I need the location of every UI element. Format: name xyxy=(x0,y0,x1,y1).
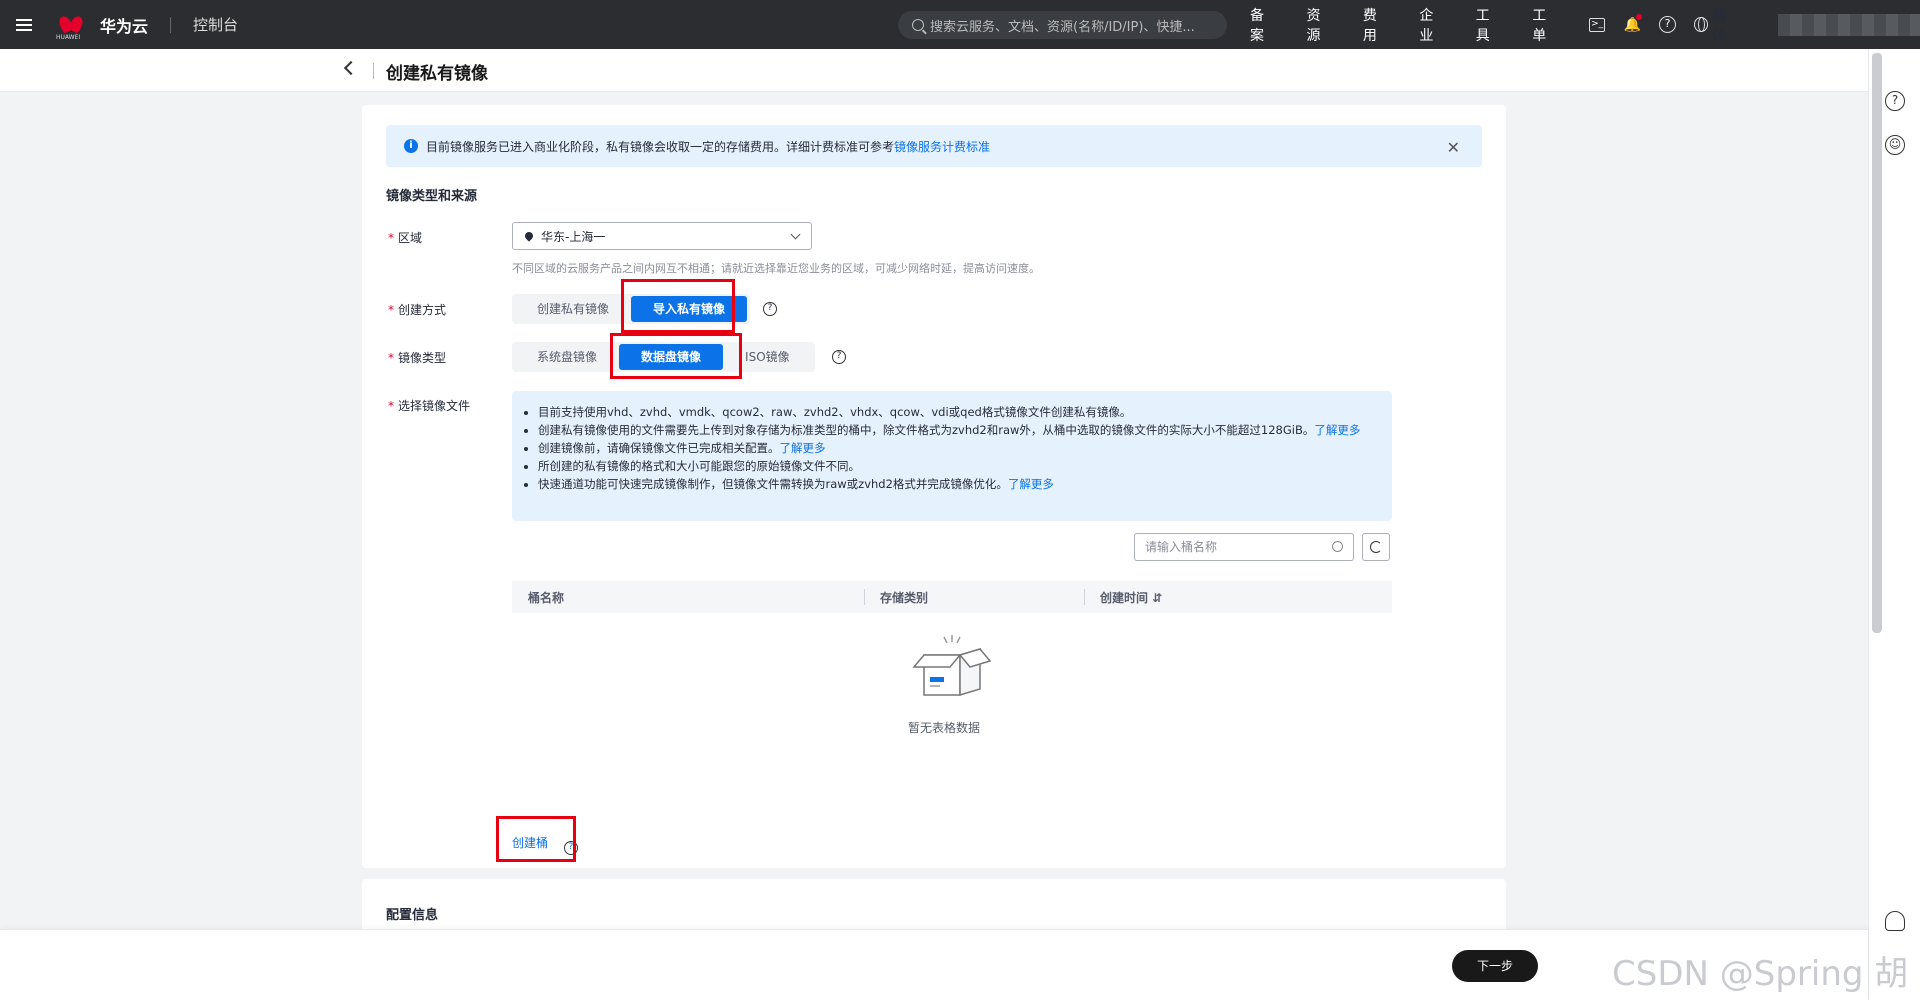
terminal-icon[interactable]: >_ xyxy=(1589,16,1606,34)
divider xyxy=(373,63,374,79)
chevron-down-icon xyxy=(790,229,801,240)
column-storage-class: 存储类别 xyxy=(880,591,929,605)
huawei-petal-icon xyxy=(58,16,84,34)
tip-item: 快速通道功能可快速完成镜像制作，但镜像文件需转换为raw或zvhd2格式并完成镜… xyxy=(538,475,1376,493)
nav-billing[interactable]: 费用 xyxy=(1363,5,1389,45)
image-file-tips: 目前支持使用vhd、zvhd、vmdk、qcow2、raw、zvhd2、vhdx… xyxy=(512,391,1392,521)
csdn-watermark: CSDN @Spring 胡 xyxy=(1612,954,1909,994)
region-hint: 不同区域的云服务产品之间内网互不相通；请就近选择靠近您业务的区域，可减少网络时延… xyxy=(512,262,1040,275)
learn-more-link[interactable]: 了解更多 xyxy=(780,441,826,455)
language-label: 简体 xyxy=(1712,7,1727,44)
nav-beian[interactable]: 备案 xyxy=(1250,5,1276,45)
page-scrollbar[interactable] xyxy=(1872,53,1882,633)
nav-tools[interactable]: 工具 xyxy=(1476,5,1502,45)
column-divider xyxy=(1084,589,1085,605)
bucket-search-input[interactable]: 请输入桶名称 xyxy=(1134,533,1354,561)
region-label: * 区域 xyxy=(388,231,423,245)
billing-standard-link[interactable]: 镜像服务计费标准 xyxy=(894,138,990,155)
feedback-smile-icon[interactable]: ☺ xyxy=(1885,135,1905,155)
help-icon[interactable]: ? xyxy=(1659,16,1677,34)
help-icon[interactable]: ? xyxy=(763,302,777,316)
close-icon[interactable]: ✕ xyxy=(1447,138,1460,157)
brand-name[interactable]: 华为云 xyxy=(100,13,148,37)
image-source-card: i 目前镜像服务已进入商业化阶段，私有镜像会收取一定的存储费用。详细计费标准可参… xyxy=(362,105,1506,868)
highlight-box xyxy=(621,279,735,333)
learn-more-link[interactable]: 了解更多 xyxy=(1008,477,1054,491)
back-arrow-icon[interactable] xyxy=(343,60,359,76)
tip-item: 所创建的私有镜像的格式和大小可能跟您的原始镜像文件不同。 xyxy=(538,457,1376,475)
empty-box-icon xyxy=(912,635,992,697)
option-create-private-image[interactable]: 创建私有镜像 xyxy=(515,296,631,322)
bucket-search-placeholder: 请输入桶名称 xyxy=(1145,540,1218,554)
highlight-box xyxy=(610,333,742,379)
search-icon xyxy=(912,19,924,31)
search-placeholder: 搜索云服务、文档、资源(名称/ID/IP)、快捷... xyxy=(930,19,1195,35)
bucket-table-header: 桶名称 存储类别 创建时间 ⇵ xyxy=(512,581,1392,613)
option-system-disk-image[interactable]: 系统盘镜像 xyxy=(515,344,619,370)
help-icon[interactable]: ? xyxy=(832,350,846,364)
bell-icon[interactable]: 🔔 xyxy=(1624,13,1643,34)
next-step-button[interactable]: 下一步 xyxy=(1452,950,1538,982)
section-title: 镜像类型和来源 xyxy=(386,189,478,204)
top-nav-links: 备案 资源 费用 企业 工具 工单 >_ 🔔 ? 简体 xyxy=(1250,0,1920,49)
nav-tickets[interactable]: 工单 xyxy=(1532,5,1558,45)
highlight-box xyxy=(496,816,576,862)
column-created-time[interactable]: 创建时间 ⇵ xyxy=(1100,589,1162,606)
notice-text: 目前镜像服务已进入商业化阶段，私有镜像会收取一定的存储费用。详细计费标准可参考 xyxy=(426,139,895,154)
global-search-input[interactable]: 搜索云服务、文档、资源(名称/ID/IP)、快捷... xyxy=(898,11,1227,39)
image-type-label: * 镜像类型 xyxy=(388,351,447,365)
page-title: 创建私有镜像 xyxy=(386,64,488,84)
console-link[interactable]: 控制台 xyxy=(193,14,238,35)
customer-service-headset-icon[interactable] xyxy=(1885,911,1905,931)
billing-notice: i 目前镜像服务已进入商业化阶段，私有镜像会收取一定的存储费用。详细计费标准可参… xyxy=(386,125,1482,167)
language-switch[interactable]: 简体 xyxy=(1694,5,1738,45)
refresh-icon xyxy=(1370,541,1382,553)
location-pin-icon xyxy=(523,230,535,242)
image-file-label: * 选择镜像文件 xyxy=(388,399,471,413)
page-header: 创建私有镜像 xyxy=(0,49,1868,92)
divider xyxy=(170,16,172,33)
globe-icon xyxy=(1694,17,1709,32)
huawei-logo-text: HUAWEI xyxy=(56,34,81,41)
config-section-title: 配置信息 xyxy=(386,908,439,923)
tip-item: 目前支持使用vhd、zvhd、vmdk、qcow2、raw、zvhd2、vhdx… xyxy=(538,403,1376,421)
tip-item: 创建私有镜像使用的文件需要先上传到对象存储为标准类型的桶中，除文件格式为zvhd… xyxy=(538,421,1376,439)
user-account-blurred[interactable] xyxy=(1778,13,1920,36)
info-icon: i xyxy=(404,139,418,153)
region-value: 华东-上海一 xyxy=(541,229,606,244)
search-icon xyxy=(1332,541,1343,552)
learn-more-link[interactable]: 了解更多 xyxy=(1314,423,1360,437)
create-method-label: * 创建方式 xyxy=(388,303,447,317)
notification-dot xyxy=(1636,13,1643,20)
refresh-button[interactable] xyxy=(1362,533,1390,561)
nav-resources[interactable]: 资源 xyxy=(1306,5,1332,45)
hamburger-menu-icon[interactable] xyxy=(0,0,48,49)
empty-table-text: 暂无表格数据 xyxy=(908,721,981,735)
nav-enterprise[interactable]: 企业 xyxy=(1419,5,1445,45)
column-bucket-name: 桶名称 xyxy=(528,591,565,605)
region-select[interactable]: 华东-上海一 xyxy=(512,222,812,250)
huawei-logo[interactable]: HUAWEI xyxy=(56,16,84,41)
sort-icon: ⇵ xyxy=(1152,591,1163,605)
footer-bar: 下一步 CSDN @Spring 胡 xyxy=(0,929,1908,1000)
help-icon[interactable]: ? xyxy=(1885,91,1905,111)
column-divider xyxy=(864,589,865,605)
tip-item: 创建镜像前，请确保镜像文件已完成相关配置。了解更多 xyxy=(538,439,1376,457)
